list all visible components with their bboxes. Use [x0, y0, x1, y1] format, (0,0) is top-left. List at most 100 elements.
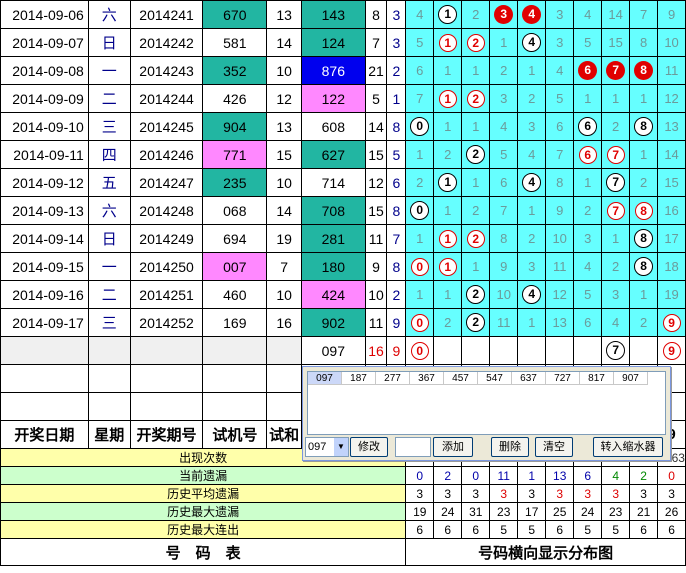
issue-cell: 2014244 — [129, 84, 204, 113]
stat-value: 0 — [405, 466, 435, 485]
omission-value: 1 — [528, 203, 536, 218]
distribution-cell: 6 — [545, 112, 575, 141]
issue-cell: 2014248 — [129, 196, 204, 225]
span-cell: 5 — [386, 140, 407, 169]
issue-cell: 2014243 — [129, 56, 204, 85]
distribution-cell: 3 — [573, 224, 603, 253]
distribution-cell: 8 — [629, 252, 659, 281]
distribution-cell: 6 — [573, 140, 603, 169]
distribution-cell: 1 — [461, 112, 491, 141]
empty-cell — [129, 392, 204, 421]
number-ball: 4 — [522, 173, 542, 192]
number-ball: 2 — [466, 89, 485, 108]
distribution-cell: 19 — [657, 280, 686, 309]
trial-sum-cell: 14 — [266, 28, 303, 57]
omission-value: 1 — [472, 259, 480, 274]
table-row: 2014-09-08 一 2014243 352 10 876 21 2 6 1 1 2 1 4 6 7 8 11 — [0, 56, 686, 85]
list-item[interactable]: 367 — [410, 372, 444, 385]
number-ball: 1 — [438, 89, 457, 108]
list-item[interactable]: 817 — [580, 372, 614, 385]
date-cell: 2014-09-12 — [0, 168, 89, 197]
chevron-down-icon[interactable]: ▼ — [334, 438, 348, 456]
distribution-cell: 1 — [517, 308, 547, 337]
stat-value: 25 — [545, 502, 575, 521]
stat-value: 6 — [461, 520, 491, 539]
issue-cell: 2014241 — [129, 0, 204, 29]
add-button[interactable]: 添加 — [433, 437, 473, 457]
omission-value: 7 — [640, 7, 648, 22]
number-ball: 0 — [410, 201, 430, 220]
distribution-cell: 2 — [629, 308, 659, 337]
stat-value: 11 — [489, 466, 519, 485]
stat-value: 1 — [517, 466, 547, 485]
omission-value: 2 — [612, 259, 620, 274]
test-number-cell: 694 — [202, 224, 268, 253]
weekday-cell: 二 — [87, 84, 131, 113]
omission-value: 2 — [584, 203, 592, 218]
empty-cell — [0, 392, 89, 421]
omission-value: 7 — [416, 91, 424, 106]
distribution-cell: 5 — [545, 84, 575, 113]
table-row: 2014-09-09 二 2014244 426 12 122 5 1 7 1 2 3 2 5 1 1 1 12 — [0, 84, 686, 113]
distribution-cell: 9 — [545, 196, 575, 225]
trial-sum-cell: 13 — [266, 0, 303, 29]
test-number-cell: 007 — [202, 252, 268, 281]
list-item[interactable]: 277 — [376, 372, 410, 385]
omission-value: 4 — [528, 147, 536, 162]
distribution-cell: 2 — [517, 224, 547, 253]
stat-value: 5 — [601, 520, 631, 539]
distribution-cell: 8 — [629, 224, 659, 253]
distribution-cell: 8 — [489, 224, 519, 253]
number-combo[interactable]: 097 ▼ — [305, 437, 349, 457]
test-number-cell: 426 — [202, 84, 268, 113]
distribution-cell: 2 — [461, 308, 491, 337]
distribution-cell: 4 — [517, 28, 547, 57]
omission-value: 1 — [640, 287, 648, 302]
table-row: 2014-09-07 日 2014242 581 14 124 7 3 5 1 2 1 4 3 5 15 8 10 — [0, 28, 686, 57]
weekday-cell: 五 — [87, 168, 131, 197]
footer-row: 号 码 表号码横向显示分布图 — [0, 538, 686, 566]
number-list[interactable]: 097 187 277 367 457 547 637 727 817 907 — [307, 371, 666, 435]
distribution-cell: 2 — [461, 196, 491, 225]
span-cell: 3 — [386, 28, 407, 57]
distribution-cell: 2 — [517, 84, 547, 113]
stat-row: 当前遗漏 0 2 0 11 1 13 6 4 2 0 — [0, 466, 686, 485]
distribution-cell: 1 — [433, 280, 463, 309]
number-ball: 1 — [438, 5, 458, 24]
pending-span-cell: 9 — [386, 336, 407, 365]
omission-value: 2 — [612, 119, 620, 134]
issue-cell: 2014249 — [129, 224, 204, 253]
to-filter-button[interactable]: 转入缩水器 — [593, 437, 663, 457]
sum-cell: 7 — [364, 28, 388, 57]
list-item[interactable]: 907 — [614, 372, 648, 385]
list-item[interactable]: 097 — [308, 372, 342, 385]
pending-draw-cell: 097 — [301, 336, 366, 365]
distribution-cell: 1 — [433, 168, 463, 197]
issue-cell: 2014242 — [129, 28, 204, 57]
omission-value: 15 — [608, 35, 623, 50]
number-input[interactable] — [395, 437, 431, 457]
number-ball: 2 — [466, 229, 485, 248]
omission-value: 10 — [496, 287, 511, 302]
distribution-cell: 5 — [405, 28, 435, 57]
list-item[interactable]: 547 — [478, 372, 512, 385]
distribution-cell: 4 — [405, 0, 435, 29]
sum-cell: 11 — [364, 224, 388, 253]
list-item[interactable]: 727 — [546, 372, 580, 385]
stat-value: 23 — [489, 502, 519, 521]
list-item[interactable]: 457 — [444, 372, 478, 385]
list-item[interactable]: 637 — [512, 372, 546, 385]
delete-button[interactable]: 删除 — [491, 437, 529, 457]
omission-value: 9 — [556, 203, 564, 218]
distribution-cell: 1 — [433, 0, 463, 29]
table-row: 2014-09-13 六 2014248 068 14 708 15 8 0 1 2 7 1 9 2 7 8 16 — [0, 196, 686, 225]
distribution-cell — [433, 336, 463, 365]
empty-cell — [0, 364, 89, 393]
list-item[interactable]: 187 — [342, 372, 376, 385]
modify-button[interactable]: 修改 — [350, 437, 388, 457]
omission-value: 2 — [500, 63, 508, 78]
omission-value: 19 — [664, 287, 679, 302]
clear-button[interactable]: 清空 — [535, 437, 573, 457]
draw-number-cell: 424 — [301, 280, 366, 309]
number-ball: 8 — [634, 257, 654, 276]
